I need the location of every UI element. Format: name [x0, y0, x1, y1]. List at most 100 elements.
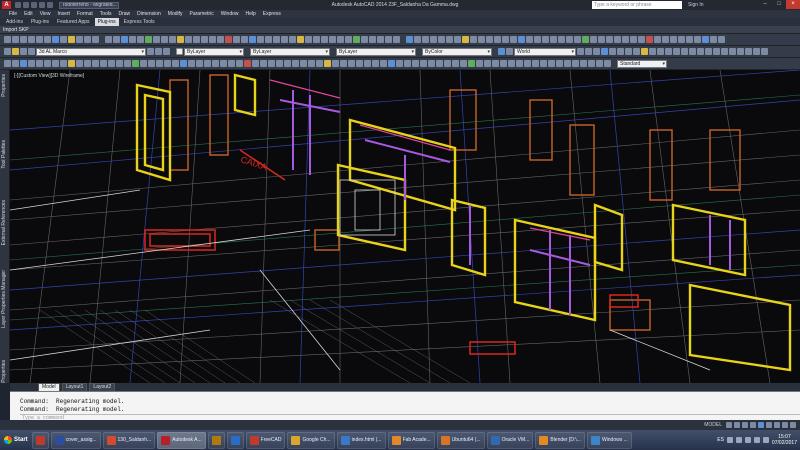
- tool-icon[interactable]: [710, 36, 717, 43]
- sign-in-link[interactable]: Sign In: [688, 1, 704, 9]
- tool-icon[interactable]: [76, 36, 83, 43]
- tool-icon[interactable]: [100, 60, 107, 67]
- tool-icon[interactable]: [313, 36, 320, 43]
- ribbon-tab-featured-apps[interactable]: Featured Apps: [54, 18, 93, 26]
- tool-icon[interactable]: [220, 60, 227, 67]
- tool-icon[interactable]: [534, 36, 541, 43]
- tool-icon[interactable]: [228, 60, 235, 67]
- view-tool-icon[interactable]: [585, 48, 592, 55]
- taskbar-app-button[interactable]: FreeCAD: [245, 431, 286, 449]
- tool-icon[interactable]: [4, 60, 11, 67]
- tool-icon[interactable]: [718, 36, 725, 43]
- tool-icon[interactable]: [156, 60, 163, 67]
- tool-icon[interactable]: [500, 60, 507, 67]
- tool-icon[interactable]: [580, 60, 587, 67]
- tool-icon[interactable]: [260, 60, 267, 67]
- tool-icon[interactable]: [52, 36, 59, 43]
- view-tool-icon[interactable]: [649, 48, 656, 55]
- tool-icon[interactable]: [516, 60, 523, 67]
- tool-icon[interactable]: [574, 36, 581, 43]
- tool-icon[interactable]: [209, 36, 216, 43]
- tool-icon[interactable]: [686, 36, 693, 43]
- tool-icon[interactable]: [180, 60, 187, 67]
- view-tool-icon[interactable]: [657, 48, 664, 55]
- tool-icon[interactable]: [598, 36, 605, 43]
- tool-icon[interactable]: [412, 60, 419, 67]
- tool-icon[interactable]: [185, 36, 192, 43]
- tool-icon[interactable]: [44, 60, 51, 67]
- taskbar-app-button[interactable]: Windows ...: [586, 431, 632, 449]
- tool-icon[interactable]: [588, 60, 595, 67]
- view-tool-icon[interactable]: [705, 48, 712, 55]
- tool-icon[interactable]: [273, 36, 280, 43]
- layer-tool-icon[interactable]: [163, 48, 170, 55]
- menu-item-modify[interactable]: Modify: [168, 11, 183, 17]
- view-tool-icon[interactable]: [665, 48, 672, 55]
- view-tool-icon[interactable]: [697, 48, 704, 55]
- volume-icon[interactable]: [753, 437, 760, 443]
- tool-icon[interactable]: [137, 36, 144, 43]
- tool-icon[interactable]: [404, 60, 411, 67]
- tool-icon[interactable]: [508, 60, 515, 67]
- tool-icon[interactable]: [558, 36, 565, 43]
- tool-icon[interactable]: [105, 36, 112, 43]
- color-dropdown[interactable]: ByLayer: [184, 47, 244, 56]
- maximize-button[interactable]: □: [772, 0, 786, 9]
- tool-icon[interactable]: [452, 60, 459, 67]
- tool-icon[interactable]: [340, 60, 347, 67]
- tool-icon[interactable]: [590, 36, 597, 43]
- taskbar-app-button[interactable]: Google Ch...: [287, 431, 335, 449]
- tool-icon[interactable]: [436, 60, 443, 67]
- tool-icon[interactable]: [532, 60, 539, 67]
- tool-icon[interactable]: [420, 60, 427, 67]
- tool-icon[interactable]: [460, 60, 467, 67]
- menu-item-express[interactable]: Express: [263, 11, 281, 17]
- tool-icon[interactable]: [606, 36, 613, 43]
- tool-icon[interactable]: [486, 36, 493, 43]
- tool-icon[interactable]: [252, 60, 259, 67]
- tool-icon[interactable]: [68, 60, 75, 67]
- palette-tab-properties[interactable]: Properties: [1, 74, 7, 97]
- viewport-controls-label[interactable]: [-][Custom View][3D Wireframe]: [14, 73, 84, 79]
- clock[interactable]: 15:07 07/02/2017: [772, 434, 797, 446]
- taskbar-app-button[interactable]: cover_assig...: [50, 431, 101, 449]
- view-tool-icon[interactable]: [689, 48, 696, 55]
- menu-item-tools[interactable]: Tools: [100, 11, 112, 17]
- tool-icon[interactable]: [321, 36, 328, 43]
- tool-icon[interactable]: [193, 36, 200, 43]
- tool-icon[interactable]: [177, 36, 184, 43]
- tool-icon[interactable]: [484, 60, 491, 67]
- tool-icon[interactable]: [345, 36, 352, 43]
- tool-icon[interactable]: [526, 36, 533, 43]
- status-icon[interactable]: [742, 422, 748, 428]
- ucs-icon[interactable]: [498, 48, 505, 55]
- tool-icon[interactable]: [524, 60, 531, 67]
- tool-icon[interactable]: [393, 36, 400, 43]
- tool-icon[interactable]: [316, 60, 323, 67]
- tool-icon[interactable]: [566, 36, 573, 43]
- taskbar-app-button[interactable]: Blender [D:\...: [535, 431, 585, 449]
- tool-icon[interactable]: [470, 36, 477, 43]
- tool-icon[interactable]: [284, 60, 291, 67]
- status-icon[interactable]: [766, 422, 772, 428]
- tool-icon[interactable]: [372, 60, 379, 67]
- ribbon-tab-express-tools[interactable]: Express Tools: [121, 18, 158, 26]
- tool-icon[interactable]: [268, 60, 275, 67]
- tool-icon[interactable]: [468, 60, 475, 67]
- tool-icon[interactable]: [377, 36, 384, 43]
- view-tool-icon[interactable]: [753, 48, 760, 55]
- taskbar-app-button[interactable]: [226, 431, 244, 449]
- tool-icon[interactable]: [60, 60, 67, 67]
- tool-icon[interactable]: [430, 36, 437, 43]
- view-tool-icon[interactable]: [737, 48, 744, 55]
- tool-icon[interactable]: [92, 60, 99, 67]
- tool-icon[interactable]: [148, 60, 155, 67]
- tool-icon[interactable]: [494, 36, 501, 43]
- taskbar-app-button[interactable]: Oracle VM...: [486, 431, 534, 449]
- tool-icon[interactable]: [654, 36, 661, 43]
- text-style-dropdown[interactable]: Standard: [617, 59, 667, 68]
- drawing-viewport[interactable]: CAIXA [-][Custom View][3D Wireframe]: [10, 70, 800, 383]
- view-tool-icon[interactable]: [593, 48, 600, 55]
- tool-icon[interactable]: [422, 36, 429, 43]
- tool-icon[interactable]: [217, 36, 224, 43]
